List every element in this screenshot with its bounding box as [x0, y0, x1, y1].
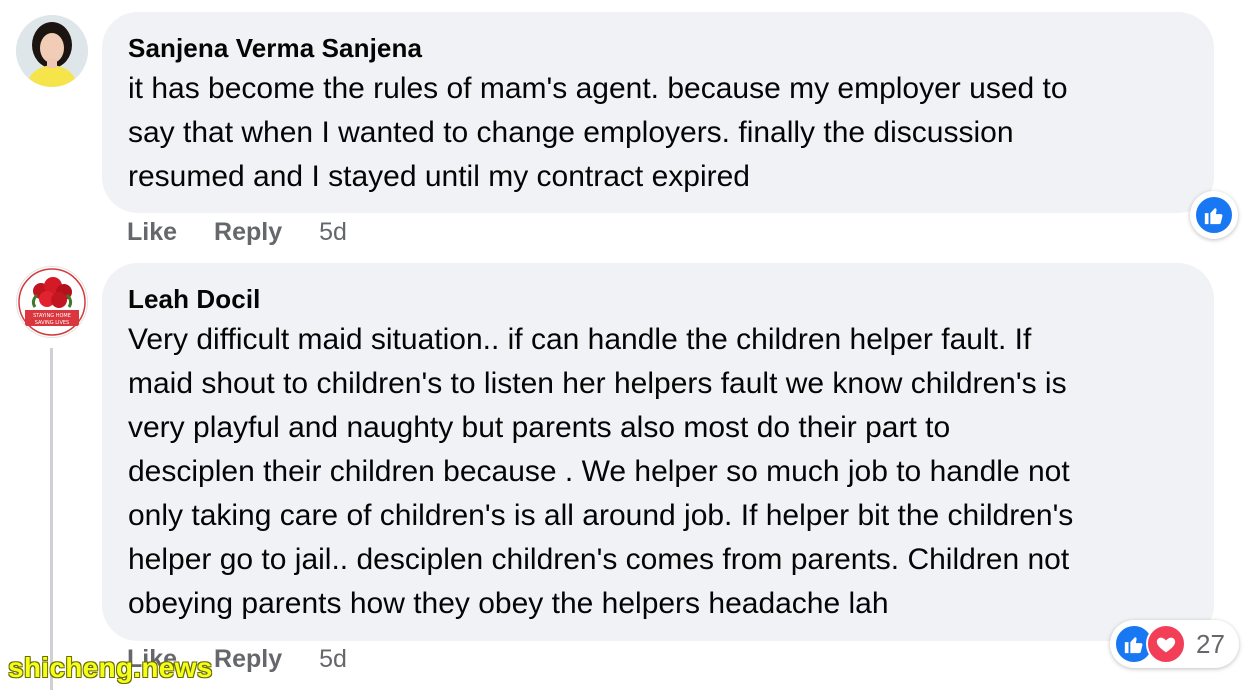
comment-bubble: Sanjena Verma Sanjena it has become the …: [102, 12, 1214, 213]
avatar[interactable]: STAYING HOME SAVING LIVES: [16, 266, 88, 338]
reply-button[interactable]: Reply: [214, 645, 282, 674]
comment-timestamp[interactable]: 5d: [319, 218, 347, 247]
comment-bubble: Leah Docil Very difficult maid situation…: [102, 263, 1214, 641]
svg-text:SAVING LIVES: SAVING LIVES: [35, 320, 69, 326]
love-icon: [1146, 624, 1186, 664]
like-button[interactable]: Like: [127, 218, 177, 247]
reply-thread-line: [50, 348, 53, 690]
reply-button[interactable]: Reply: [214, 218, 282, 247]
comment-text: it has become the rules of mam's agent. …: [128, 72, 1068, 193]
comment-actions: Like Reply 5d: [127, 218, 347, 247]
like-icon: [1194, 195, 1234, 235]
comment-timestamp[interactable]: 5d: [319, 645, 347, 674]
comment-author[interactable]: Sanjena Verma Sanjena: [128, 31, 1188, 65]
svg-text:STAYING HOME: STAYING HOME: [33, 313, 71, 319]
reaction-count: 27: [1196, 628, 1225, 659]
avatar[interactable]: [16, 15, 88, 87]
reaction-summary[interactable]: [1190, 191, 1238, 239]
reaction-summary[interactable]: 27: [1110, 620, 1239, 668]
comment-author[interactable]: Leah Docil: [128, 282, 1188, 316]
watermark: shicheng.news: [8, 652, 213, 683]
comment-text: Very difficult maid situation.. if can h…: [128, 323, 1074, 620]
